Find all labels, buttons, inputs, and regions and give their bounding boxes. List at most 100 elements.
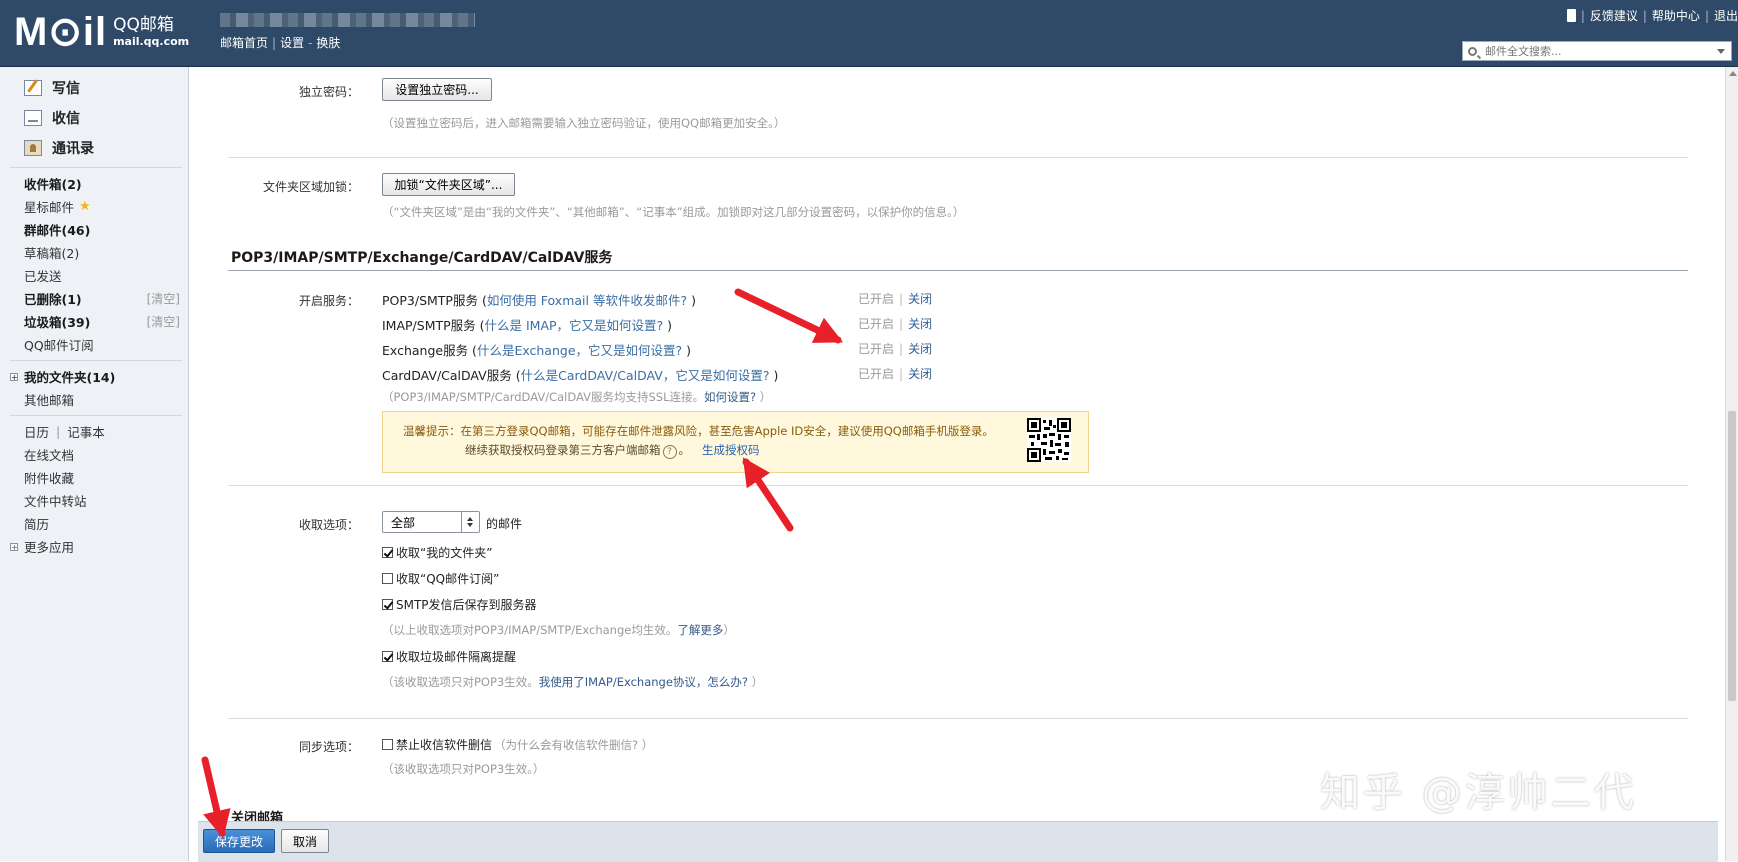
sidebar-item-attachments[interactable]: 附件收藏 [0,466,188,489]
sidebar-item-calendar-notes: 日历 | 记事本 [0,420,188,443]
sidebar-item-deleted[interactable]: 已删除(1) [清空] [0,287,188,310]
sidebar-item-resume[interactable]: 简历 [0,512,188,535]
receive-scope-select[interactable]: 全部 [382,511,480,533]
service-help-link[interactable]: 什么是CardDAV/CalDAV，它又是如何设置? [521,368,770,383]
mobile-icon[interactable] [1566,9,1576,22]
tip-text: 继续获取授权码登录第三方客户端邮箱 [465,443,661,457]
checkbox-label: 收取“QQ邮件订阅” [396,572,500,586]
help-icon[interactable]: ? [662,445,677,459]
sidebar-item-group-mail[interactable]: 群邮件(46) [0,218,188,241]
sidebar-item-sent[interactable]: 已发送 [0,264,188,287]
service-paren: ) [663,318,673,333]
divider [228,718,1688,719]
service-help-link[interactable]: 如何使用 Foxmail 等软件收发邮件? [487,293,687,308]
imap-help-link[interactable]: 我使用了IMAP/Exchange协议，怎么办? [539,675,748,689]
mail-search-box[interactable] [1462,41,1732,61]
folder-label: 更多应用 [24,540,75,555]
checkbox-label: SMTP发信后保存到服务器 [396,598,537,612]
chevron-down-icon[interactable] [1717,49,1725,54]
logo-mark: M⊙il [14,10,108,54]
service-status: 已开启 [858,367,895,381]
service-exchange: Exchange服务 (什么是Exchange，它又是如何设置? ) [382,340,691,359]
service-status: 已开启 [858,292,895,306]
nav-skin[interactable]: 换肤 [316,36,340,50]
calendar-link[interactable]: 日历 [24,422,49,441]
sync-help-link[interactable]: （为什么会有收信软件删信? ） [494,737,653,753]
qq-mail-logo[interactable]: M⊙il QQ邮箱 mail.qq.com [14,12,189,52]
checkbox-unchecked[interactable] [382,739,393,750]
section-divider [228,270,1688,271]
checkbox-checked[interactable] [382,547,393,558]
sidebar-item-inbox[interactable]: 收件箱(2) [0,172,188,195]
spam-hint-end: ） [748,675,764,689]
sidebar-item-my-folders[interactable]: + 我的文件夹(14) [0,365,188,388]
service-help-link[interactable]: 什么是 IMAP，它又是如何设置? [485,318,664,333]
service-name: IMAP/SMTP服务 ( [382,318,485,333]
scroll-up-icon[interactable] [1729,71,1737,76]
sidebar-item-other-mail[interactable]: 其他邮箱 [0,388,188,411]
action-bar: 保存更改 取消 [198,821,1718,862]
sidebar-item-starred[interactable]: 星标邮件 ★ [0,195,188,218]
expand-icon[interactable]: + [10,372,18,381]
expand-icon[interactable]: + [10,542,18,551]
search-input[interactable] [1483,43,1707,59]
checkbox-unchecked[interactable] [382,573,393,584]
sidebar-item-drafts[interactable]: 草稿箱(2) [0,241,188,264]
cancel-button[interactable]: 取消 [281,829,329,853]
service-help-link[interactable]: 什么是Exchange，它又是如何设置? [477,343,682,358]
indep-pwd-hint: （设置独立密码后，进入邮箱需要输入独立密码验证，使用QQ邮箱更加安全。） [382,116,786,130]
sidebar-item-receive[interactable]: 收信 [0,103,188,133]
nav-settings[interactable]: 设置 [280,36,304,50]
close-exchange-link[interactable]: 关闭 [908,342,932,356]
logo-domain: mail.qq.com [113,35,190,48]
clear-spam-link[interactable]: [清空] [147,313,180,330]
nav-separator: - [308,36,313,50]
folder-label: 我的文件夹(14) [24,370,116,385]
blurred-account-name [220,13,475,27]
lock-folder-area-button[interactable]: 加锁“文件夹区域”... [382,173,515,196]
scrollbar-thumb[interactable] [1728,411,1736,701]
clear-deleted-link[interactable]: [清空] [147,290,180,307]
feedback-link[interactable]: 反馈建议 [1590,7,1638,24]
check-subscriptions[interactable]: 收取“QQ邮件订阅” [382,570,499,587]
folder-label: 附件收藏 [24,471,75,486]
notes-link[interactable]: 记事本 [67,422,105,441]
sidebar-item-more-apps[interactable]: + 更多应用 [0,535,188,558]
save-button[interactable]: 保存更改 [203,829,275,853]
search-icon [1468,46,1477,56]
sidebar-item-contacts[interactable]: 通讯录 [0,133,188,163]
check-my-folders[interactable]: 收取“我的文件夹” [382,544,492,561]
ssl-help-link[interactable]: 如何设置? [704,390,756,404]
nav-mail-home[interactable]: 邮箱首页 [220,36,268,50]
compose-icon [24,80,42,96]
generate-auth-code-link[interactable]: 生成授权码 [702,443,760,457]
sidebar-item-online-docs[interactable]: 在线文档 [0,443,188,466]
sidebar-item-file-transfer[interactable]: 文件中转站 [0,489,188,512]
sidebar-item-compose[interactable]: 写信 [0,73,188,103]
contacts-icon [24,140,42,156]
folder-lock-hint: （“文件夹区域”是由“我的文件夹”、“其他邮箱”、“记事本”组成。加锁即对这几部… [382,205,965,219]
help-link[interactable]: 帮助中心 [1652,7,1700,24]
folder-label: 已发送 [24,269,62,284]
check-spam-alert[interactable]: 收取垃圾邮件隔离提醒 [382,648,516,665]
check-no-delete[interactable]: 禁止收信软件删信 （为什么会有收信软件删信? ） [382,736,653,753]
check-smtp-save[interactable]: SMTP发信后保存到服务器 [382,596,537,613]
logo-text: QQ邮箱 mail.qq.com [113,15,189,49]
checkbox-checked[interactable] [382,599,393,610]
tip-line-1: 温馨提示：在第三方登录QQ邮箱，可能存在邮件泄露风险，甚至危害Apple ID安… [403,424,994,438]
sidebar-item-spam[interactable]: 垃圾箱(39) [清空] [0,310,188,333]
close-imap-link[interactable]: 关闭 [908,317,932,331]
divider [228,485,1688,486]
checkbox-checked[interactable] [382,651,393,662]
logout-link[interactable]: 退出 [1714,7,1738,24]
sidebar-item-subscriptions[interactable]: QQ邮件订阅 [0,333,188,356]
close-carddav-link[interactable]: 关闭 [908,367,932,381]
close-pop3-link[interactable]: 关闭 [908,292,932,306]
receive-hint: （以上收取选项对POP3/IMAP/SMTP/Exchange均生效。了解更多） [382,622,735,638]
sidebar: 写信 收信 通讯录 收件箱(2) 星标邮件 ★ 群邮件(46) 草稿箱(2) 已发… [0,67,189,861]
watermark: 知乎 @淳帅二代 [1320,770,1637,816]
set-indep-password-button[interactable]: 设置独立密码... [382,78,492,101]
spam-hint: （该收取选项只对POP3生效。我使用了IMAP/Exchange协议，怎么办? … [382,674,763,690]
vertical-scrollbar[interactable] [1725,67,1738,861]
learn-more-link[interactable]: 了解更多 [677,623,723,637]
